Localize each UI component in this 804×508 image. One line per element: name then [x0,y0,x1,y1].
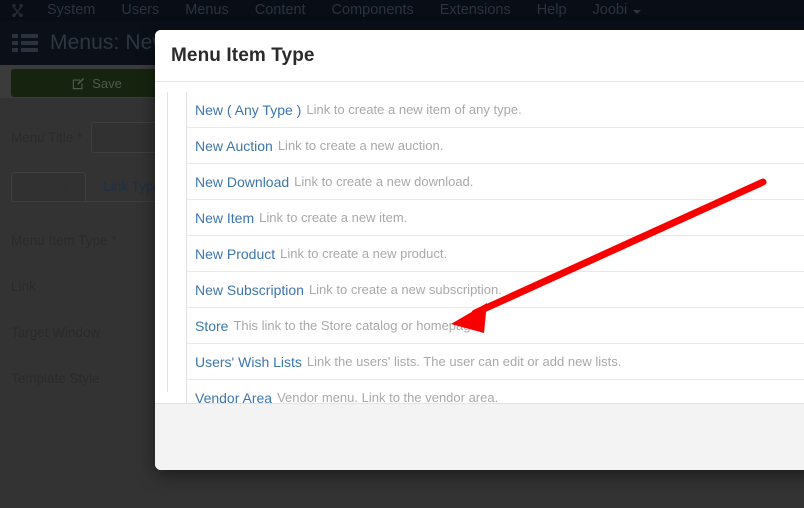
save-button-label: Save [92,75,122,91]
field-label-link: Link [11,279,36,294]
list-item[interactable]: New Auction Link to create a new auction… [187,128,804,164]
joomla-logo-icon[interactable] [0,2,34,19]
list-item[interactable]: New Download Link to create a new downlo… [187,164,804,200]
nav-item-content[interactable]: Content [242,0,319,21]
pencil-square-icon [72,77,85,90]
list-item-description: Link to create a new download. [294,174,474,189]
page-title: Menus: New [50,31,168,54]
modal-body: New ( Any Type ) Link to create a new it… [155,82,804,404]
chevron-down-icon [633,9,642,14]
menu-grid-icon [12,34,38,52]
modal-header: Menu Item Type [155,30,804,82]
nav-item-system[interactable]: System [34,0,108,21]
screen: System Users Menus Content Components Ex… [0,0,804,508]
nav-item-help[interactable]: Help [524,0,580,21]
list-item-description: Link to create a new subscription. [308,282,502,297]
list-item-title[interactable]: Vendor Area [195,390,272,405]
tab-details[interactable]: Details [11,172,87,202]
field-label-template-style: Template Style [11,371,100,386]
field-label-target-window: Target Window [11,325,101,340]
nav-item-users[interactable]: Users [108,0,172,21]
list-item-description: Link to create a new item of any type. [306,102,522,117]
list-item[interactable]: New Item Link to create a new item. [187,200,804,236]
nav-item-joobi[interactable]: Joobi [580,0,655,21]
list-item-description: This link to the Store catalog or homepa… [233,318,478,333]
top-navigation-bar: System Users Menus Content Components Ex… [0,0,804,21]
list-item-description: Link to create a new product. [280,246,448,261]
menu-item-type-list: New ( Any Type ) Link to create a new it… [186,92,804,404]
list-item-title[interactable]: New Item [195,210,254,226]
list-item-title[interactable]: New Auction [195,138,273,154]
list-item-title[interactable]: New Subscription [195,282,304,298]
list-item-description: Link the users' lists. The user can edit… [306,354,622,369]
list-item-description: Link to create a new item. [259,210,408,225]
list-item[interactable]: New Subscription Link to create a new su… [187,272,804,308]
modal-title: Menu Item Type [171,44,315,66]
list-item-title[interactable]: New ( Any Type ) [195,102,301,118]
nav-item-joobi-label: Joobi [592,2,628,18]
field-label-menu-item-type: Menu Item Type * [11,233,117,248]
modal-footer [155,403,804,470]
nav-item-components[interactable]: Components [319,0,427,21]
list-item-title[interactable]: New Product [195,246,275,262]
menu-item-type-modal: Menu Item Type New ( Any Type ) Link to … [155,30,804,470]
list-item-store[interactable]: Store This link to the Store catalog or … [187,308,804,344]
list-item-title[interactable]: Users' Wish Lists [195,354,302,370]
form-tabs: Details Link Type [11,172,178,202]
menu-title-label: Menu Title * [11,130,83,145]
menu-title-row: Menu Title * [11,130,91,145]
list-item[interactable]: Vendor Area Vendor menu. Link to the ven… [187,380,804,405]
list-item[interactable]: New ( Any Type ) Link to create a new it… [187,92,804,128]
nav-item-extensions[interactable]: Extensions [427,0,524,21]
list-item-description: Link to create a new auction. [277,138,444,153]
list-item-description: Vendor menu. Link to the vendor area. [277,390,499,404]
nav-item-menus[interactable]: Menus [172,0,242,21]
modal-left-rail [167,92,168,392]
list-item[interactable]: Users' Wish Lists Link the users' lists.… [187,344,804,380]
list-item-title[interactable]: Store [195,318,228,334]
list-item[interactable]: New Product Link to create a new product… [187,236,804,272]
list-item-title[interactable]: New Download [195,174,289,190]
